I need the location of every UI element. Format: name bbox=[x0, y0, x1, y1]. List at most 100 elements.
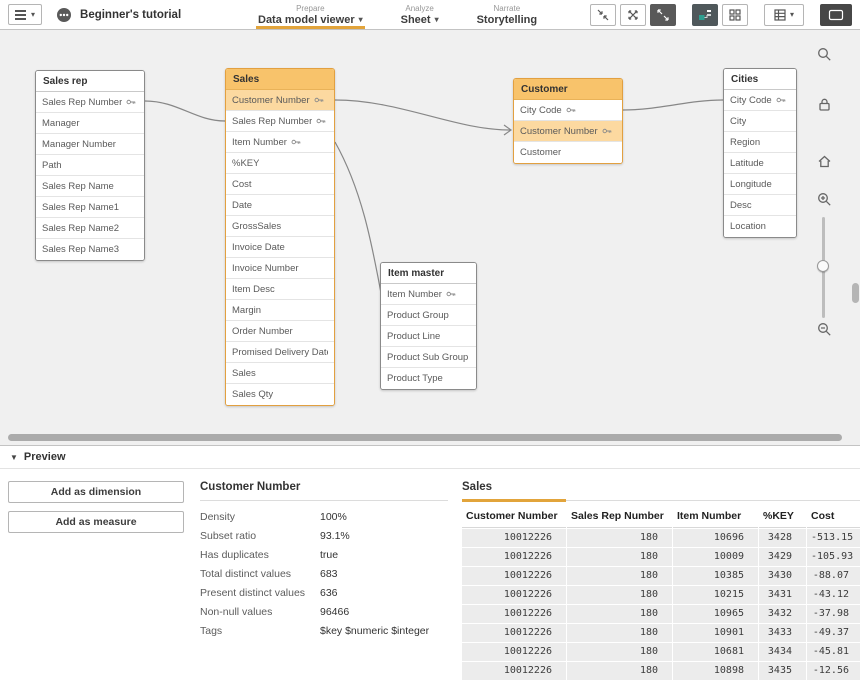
field-row[interactable]: Date bbox=[226, 195, 334, 216]
cell: 180 bbox=[567, 605, 672, 623]
field-row[interactable]: Sales Qty bbox=[226, 384, 334, 405]
field-row[interactable]: Promised Delivery Date bbox=[226, 342, 334, 363]
show-linked-fields-button[interactable] bbox=[620, 4, 646, 26]
search-button[interactable] bbox=[816, 46, 832, 62]
zoom-slider-handle[interactable] bbox=[817, 260, 829, 272]
field-row[interactable]: Sales Rep Name bbox=[36, 176, 144, 197]
field-row[interactable]: Path bbox=[36, 155, 144, 176]
nav-prepare-data-model-viewer[interactable]: Prepare Data model viewer▾ bbox=[256, 0, 365, 29]
table-item-master[interactable]: Item master Item Number Product Group Pr… bbox=[380, 262, 477, 390]
table-header[interactable]: Cities bbox=[724, 69, 796, 90]
nav-item-label: Storytelling bbox=[477, 14, 538, 26]
field-row[interactable]: Sales Rep Name1 bbox=[36, 197, 144, 218]
nav-narrate-storytelling[interactable]: Narrate Storytelling bbox=[475, 0, 540, 29]
field-row[interactable]: Cost bbox=[226, 174, 334, 195]
field-row[interactable]: Invoice Number bbox=[226, 258, 334, 279]
table-sales[interactable]: Sales Customer Number Sales Rep Number I… bbox=[225, 68, 335, 406]
field-row[interactable]: Product Group bbox=[381, 305, 476, 326]
field-row[interactable]: Sales Rep Number bbox=[36, 92, 144, 113]
field-row[interactable]: Margin bbox=[226, 300, 334, 321]
chevron-down-icon: ▾ bbox=[790, 11, 794, 19]
field-row[interactable]: City bbox=[724, 111, 796, 132]
association-customer-cities bbox=[623, 100, 723, 110]
home-zoom-button[interactable] bbox=[816, 153, 832, 169]
field-row-selected[interactable]: Customer Number bbox=[226, 90, 334, 111]
preview-collapse-toggle[interactable]: ▼ Preview bbox=[0, 445, 860, 469]
field-row[interactable]: Product Sub Group bbox=[381, 347, 476, 368]
field-label: Promised Delivery Date bbox=[232, 347, 328, 358]
preview-toggle-button[interactable] bbox=[820, 4, 852, 26]
key-icon bbox=[446, 289, 456, 299]
table-cities[interactable]: Cities City Code City Region Latitude Lo… bbox=[723, 68, 797, 238]
meta-value: 93.1% bbox=[320, 530, 350, 542]
cell: 10012226 bbox=[462, 529, 566, 547]
field-row[interactable]: Sales Rep Name2 bbox=[36, 218, 144, 239]
global-menu-button[interactable]: ▾ bbox=[8, 4, 42, 25]
column-header: Cost bbox=[807, 507, 860, 528]
table-header[interactable]: Sales bbox=[226, 69, 334, 90]
field-row[interactable]: Customer bbox=[514, 142, 622, 163]
cell: 180 bbox=[567, 586, 672, 604]
field-row[interactable]: Sales Rep Name3 bbox=[36, 239, 144, 260]
field-label: Item Number bbox=[232, 137, 287, 148]
field-row[interactable]: City Code bbox=[724, 90, 796, 111]
field-row[interactable]: Item Number bbox=[381, 284, 476, 305]
add-as-dimension-button[interactable]: Add as dimension bbox=[8, 481, 184, 503]
field-row[interactable]: Product Type bbox=[381, 368, 476, 389]
field-row[interactable]: Sales Rep Number bbox=[226, 111, 334, 132]
nav-analyze-sheet[interactable]: Analyze Sheet▾ bbox=[399, 0, 441, 29]
collapse-view-button[interactable] bbox=[590, 4, 616, 26]
table-view-dropdown[interactable]: ▾ bbox=[764, 4, 804, 26]
field-row[interactable]: Item Number bbox=[226, 132, 334, 153]
field-label: Manager bbox=[42, 118, 80, 129]
field-row[interactable]: Invoice Date bbox=[226, 237, 334, 258]
field-row[interactable]: Region bbox=[724, 132, 796, 153]
cell: 10012226 bbox=[462, 567, 566, 585]
table-header[interactable]: Sales rep bbox=[36, 71, 144, 92]
horizontal-scrollbar[interactable] bbox=[8, 434, 842, 441]
field-row[interactable]: GrossSales bbox=[226, 216, 334, 237]
table-sales-rep[interactable]: Sales rep Sales Rep Number Manager Manag… bbox=[35, 70, 145, 261]
field-row[interactable]: Product Line bbox=[381, 326, 476, 347]
zoom-out-button[interactable] bbox=[816, 321, 832, 337]
field-row-selected[interactable]: Customer Number bbox=[514, 121, 622, 142]
add-as-measure-button[interactable]: Add as measure bbox=[8, 511, 184, 533]
layout-button[interactable] bbox=[722, 4, 748, 26]
vertical-scrollbar[interactable] bbox=[852, 283, 859, 303]
field-row[interactable]: Desc bbox=[724, 195, 796, 216]
data-model-canvas[interactable]: Sales rep Sales Rep Number Manager Manag… bbox=[0, 30, 860, 445]
field-label: Invoice Date bbox=[232, 242, 285, 253]
field-row[interactable]: Sales bbox=[226, 363, 334, 384]
field-label: Date bbox=[232, 200, 252, 211]
cell: 10965 bbox=[673, 605, 758, 623]
field-label: City Code bbox=[520, 105, 562, 116]
app-options-icon[interactable] bbox=[56, 7, 72, 23]
field-label: Product Line bbox=[387, 331, 440, 342]
table-customer[interactable]: Customer City Code Customer Number Custo… bbox=[513, 78, 623, 164]
divider bbox=[462, 500, 860, 501]
field-metadata-section: Customer Number Density100% Subset ratio… bbox=[192, 469, 462, 685]
field-row[interactable]: %KEY bbox=[226, 153, 334, 174]
zoom-in-button[interactable] bbox=[816, 191, 832, 207]
field-row[interactable]: Latitude bbox=[724, 153, 796, 174]
key-icon bbox=[566, 105, 576, 115]
field-row[interactable]: Manager bbox=[36, 113, 144, 134]
field-row[interactable]: Location bbox=[724, 216, 796, 237]
field-row[interactable]: Item Desc bbox=[226, 279, 334, 300]
cell: 180 bbox=[567, 548, 672, 566]
field-row[interactable]: Longitude bbox=[724, 174, 796, 195]
lock-layout-button[interactable] bbox=[816, 96, 832, 112]
internal-table-view-button[interactable] bbox=[692, 4, 718, 26]
field-row[interactable]: Manager Number bbox=[36, 134, 144, 155]
crossed-arrows-icon bbox=[627, 9, 639, 21]
table-header[interactable]: Customer bbox=[514, 79, 622, 100]
table-header[interactable]: Item master bbox=[381, 263, 476, 284]
field-row[interactable]: Order Number bbox=[226, 321, 334, 342]
field-label: Margin bbox=[232, 305, 261, 316]
field-row[interactable]: City Code bbox=[514, 100, 622, 121]
expand-view-button[interactable] bbox=[650, 4, 676, 26]
cell: -513.15 bbox=[807, 529, 860, 547]
meta-label: Density bbox=[200, 511, 320, 523]
cell: 10898 bbox=[673, 662, 758, 680]
cell: 180 bbox=[567, 643, 672, 661]
